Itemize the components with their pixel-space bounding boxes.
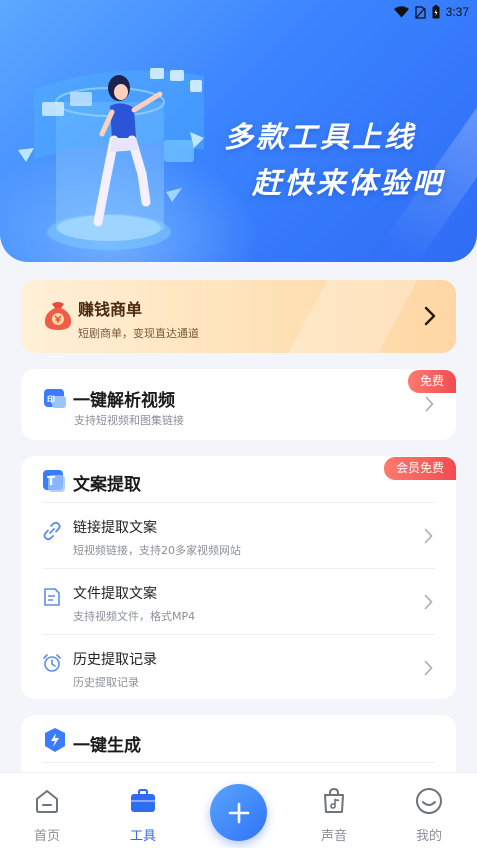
list-item-subtitle: 历史提取记录 [73, 676, 139, 689]
list-item-history[interactable]: 历史提取记录 历史提取记录 [42, 635, 435, 701]
generate-title: 一键生成 [73, 736, 141, 756]
nav-label: 工具 [129, 829, 156, 844]
nav-tools[interactable]: 工具 [113, 773, 173, 848]
home-icon [36, 790, 58, 813]
chevron-right-icon [425, 396, 434, 412]
parse-video-icon: 印 [44, 389, 66, 408]
list-item-title: 文件提取文案 [73, 586, 157, 602]
svg-text:印: 印 [47, 394, 55, 404]
text-extract-title: 文案提取 [73, 475, 141, 495]
text-extract-icon: T [43, 470, 65, 492]
list-item-file-extract[interactable]: 文件提取文案 支持视频文件，格式MP4 [42, 569, 435, 635]
list-item-subtitle: 支持视频文件，格式MP4 [73, 610, 196, 623]
woman-with-hologram-illustration [18, 68, 204, 250]
nav-label: 我的 [415, 829, 442, 844]
add-button[interactable] [210, 784, 267, 841]
music-bag-icon [324, 787, 344, 813]
member-free-badge: 会员免费 [383, 457, 456, 480]
nav-mine[interactable]: 我的 [399, 773, 459, 848]
no-sim-icon [414, 5, 426, 19]
battery-icon [432, 5, 440, 19]
lightning-icon [45, 728, 65, 752]
plus-icon [228, 802, 249, 823]
smiley-face-icon [416, 788, 442, 814]
nav-label: 声音 [320, 829, 347, 844]
parse-video-subtitle: 支持短视频和图集链接 [74, 414, 184, 427]
list-item-title: 历史提取记录 [73, 652, 157, 668]
chevron-right-icon [424, 528, 433, 544]
wifi-icon [393, 6, 409, 18]
status-bar: 3:37 [0, 0, 477, 24]
chevron-right-icon [424, 306, 436, 326]
document-icon [44, 588, 60, 606]
free-badge: 免费 [407, 370, 456, 393]
list-item-link-extract[interactable]: 链接提取文案 短视频链接，支持20多家视频网站 [42, 503, 435, 569]
money-bag-icon [44, 302, 72, 330]
card-decor-stripe [274, 280, 428, 353]
banner-headline-2: 赶快来体验吧 [252, 166, 445, 200]
earn-title: 赚钱商单 [78, 300, 143, 319]
chevron-right-icon [424, 660, 433, 676]
text-extract-card: 会员免费 T 文案提取 链接提取文案 短视频链接，支持20多家视频网站 文件提取… [21, 456, 456, 699]
status-time: 3:37 [445, 5, 469, 19]
earn-orders-card[interactable]: 赚钱商单 短剧商单，变现直达通道 [21, 280, 456, 353]
nav-home[interactable]: 首页 [17, 773, 77, 848]
list-item-title: 链接提取文案 [73, 520, 157, 536]
alarm-clock-icon [43, 654, 61, 672]
nav-label: 首页 [33, 829, 60, 844]
link-icon [43, 521, 61, 541]
nav-sound[interactable]: 声音 [304, 773, 364, 848]
promo-banner[interactable]: 多款工具上线 赶快来体验吧 [0, 0, 477, 262]
toolbox-icon [131, 789, 155, 812]
parse-video-title: 一键解析视频 [73, 391, 175, 411]
divider [42, 762, 435, 763]
banner-headline-1: 多款工具上线 [224, 120, 417, 154]
list-item-subtitle: 短视频链接，支持20多家视频网站 [73, 544, 241, 557]
chevron-right-icon [424, 594, 433, 610]
parse-video-card[interactable]: 免费 印 一键解析视频 支持短视频和图集链接 [21, 369, 456, 440]
earn-subtitle: 短剧商单，变现直达通道 [78, 327, 199, 340]
svg-text:T: T [47, 474, 56, 488]
